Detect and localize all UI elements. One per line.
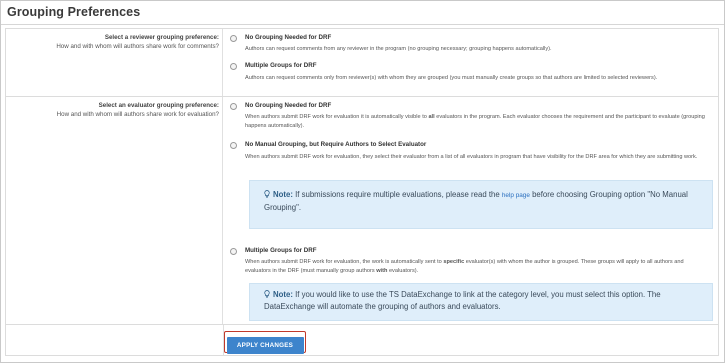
option-description: Authors can request comments from any re… (245, 46, 552, 52)
option-description: When authors submit DRF work for evaluat… (245, 258, 710, 275)
desc-part: When authors submit DRF work for evaluat… (245, 259, 444, 265)
evaluator-options: No Grouping Needed for DRF When authors … (224, 97, 718, 324)
evaluator-no-grouping-radio[interactable] (230, 103, 237, 110)
help-page-link[interactable]: help page (502, 192, 530, 199)
note-label: Note: (273, 290, 293, 299)
evaluator-section: Select an evaluator grouping preference:… (5, 96, 719, 325)
reviewer-question: Select a reviewer grouping preference: H… (6, 29, 223, 96)
desc-part: evaluators). (387, 267, 419, 274)
reviewer-multiple-groups-radio[interactable] (230, 63, 237, 70)
note-box-dataexchange: Note: If you would like to use the TS Da… (249, 283, 713, 321)
evaluator-multiple-groups-radio[interactable] (230, 248, 237, 255)
desc-emphasis: specific (443, 259, 465, 265)
evaluator-question-title: Select an evaluator grouping preference: (98, 102, 219, 109)
page-title: Grouping Preferences (7, 5, 141, 19)
option-title: Multiple Groups for DRF (245, 247, 317, 254)
option-description: When authors submit DRF work for evaluat… (245, 154, 698, 160)
lightbulb-icon (264, 190, 270, 198)
option-description: When authors submit DRF work for evaluat… (245, 113, 710, 130)
option-title: No Manual Grouping, but Require Authors … (245, 141, 427, 148)
option-title: No Grouping Needed for DRF (245, 102, 332, 109)
reviewer-section: Select a reviewer grouping preference: H… (5, 28, 719, 97)
apply-changes-button[interactable]: APPLY CHANGES (226, 336, 304, 354)
note-label: Note: (273, 190, 293, 199)
note-text: If submissions require multiple evaluati… (292, 190, 502, 199)
evaluator-question: Select an evaluator grouping preference:… (6, 97, 223, 324)
reviewer-options: No Grouping Needed for DRF Authors can r… (224, 29, 718, 96)
option-title: No Grouping Needed for DRF (245, 34, 332, 41)
option-title: Multiple Groups for DRF (245, 62, 317, 69)
note-text: If you would like to use the TS DataExch… (264, 290, 661, 311)
option-description: Authors can request comments only from r… (245, 75, 658, 81)
footer (5, 325, 719, 356)
lightbulb-icon (264, 290, 270, 298)
evaluator-no-manual-grouping-radio[interactable] (230, 142, 237, 149)
reviewer-question-subtitle: How and with whom will authors share wor… (56, 43, 219, 50)
apply-button-highlight: APPLY CHANGES (224, 331, 306, 354)
note-box-help: Note: If submissions require multiple ev… (249, 180, 713, 229)
evaluator-question-subtitle: How and with whom will authors share wor… (56, 111, 219, 118)
desc-emphasis: with (376, 267, 388, 274)
title-bar: Grouping Preferences (1, 1, 724, 25)
desc-part: When authors submit DRF work for evaluat… (245, 114, 429, 120)
reviewer-question-title: Select a reviewer grouping preference: (104, 34, 219, 41)
reviewer-no-grouping-radio[interactable] (230, 35, 237, 42)
